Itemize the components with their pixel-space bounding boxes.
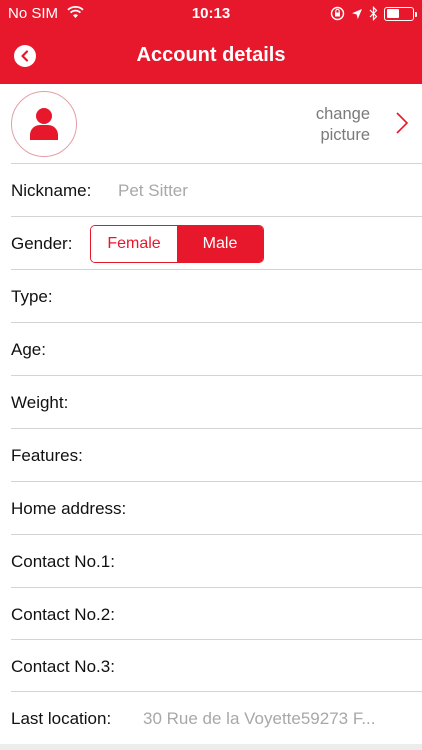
user-icon [30,108,58,140]
gender-label: Gender: [11,234,73,253]
bottom-strip [0,744,422,750]
last-location-value[interactable]: 30 Rue de la Voyette59273 F... [143,709,413,729]
gender-option-male[interactable]: Male [177,226,263,262]
orientation-lock-icon [330,6,345,21]
nickname-row[interactable]: Nickname: Pet Sitter [0,164,422,217]
features-row[interactable]: Features: [0,429,422,482]
status-bar: No SIM 10:13 [0,0,422,28]
nav-bar: Account details [0,28,422,84]
contact3-row[interactable]: Contact No.3: [0,640,422,693]
nickname-value[interactable]: Pet Sitter [118,181,408,201]
contact1-label: Contact No.1: [11,552,115,571]
contact2-row[interactable]: Contact No.2: [0,588,422,641]
weight-row[interactable]: Weight: [0,376,422,429]
avatar[interactable] [11,91,77,157]
features-label: Features: [11,446,83,465]
gender-option-female[interactable]: Female [91,226,177,262]
chevron-right-icon[interactable] [395,111,409,135]
home-address-row[interactable]: Home address: [0,482,422,535]
battery-icon [384,6,417,21]
location-arrow-icon [352,8,362,19]
bluetooth-icon [369,6,378,21]
gender-row: Gender: Female Male [0,217,422,270]
last-location-row[interactable]: Last location: 30 Rue de la Voyette59273… [0,692,422,745]
age-label: Age: [11,340,46,359]
type-label: Type: [11,287,53,306]
gender-segmented-control[interactable]: Female Male [90,225,264,263]
home-address-label: Home address: [11,499,127,518]
last-location-label: Last location: [11,709,112,728]
nickname-label: Nickname: [11,181,92,200]
contact1-row[interactable]: Contact No.1: [0,535,422,588]
type-row[interactable]: Type: [0,270,422,323]
weight-label: Weight: [11,393,69,412]
page-title: Account details [136,44,286,66]
profile-picture-row[interactable]: change picture [0,84,422,164]
change-picture-label[interactable]: change picture [290,104,370,146]
contact2-label: Contact No.2: [11,605,115,624]
contact3-label: Contact No.3: [11,657,115,676]
age-row[interactable]: Age: [0,323,422,376]
